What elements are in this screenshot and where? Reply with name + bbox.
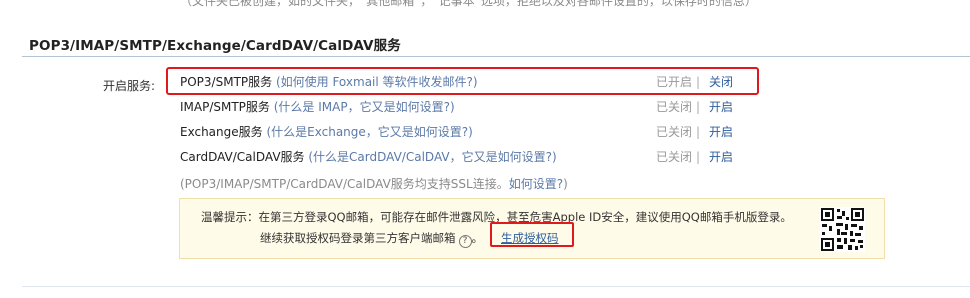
bottom-divider [22,286,970,287]
service-row-exchange: Exchange服务 (什么是Exchange，它又是如何设置?) 已关闭 | … [180,123,740,141]
service-name: CardDAV/CalDAV服务 [180,150,305,164]
service-name: Exchange服务 [180,125,263,139]
tip-line-2-text: 继续获取授权码登录第三方客户端邮箱 [260,231,456,245]
service-row-imap: IMAP/SMTP服务 (什么是 IMAP，它又是如何设置?) 已关闭 | 开启 [180,98,740,116]
toggle-link[interactable]: 开启 [709,148,733,166]
toggle-link[interactable]: 开启 [709,98,733,116]
ssl-note-close: ) [563,177,568,191]
ssl-note: (POP3/IMAP/SMTP/CardDAV/CalDAV服务均支持SSL连接… [180,175,568,192]
service-name: IMAP/SMTP服务 [180,100,270,114]
section-divider [22,56,970,57]
section-title: POP3/IMAP/SMTP/Exchange/CardDAV/CalDAV服务 [29,38,401,54]
status-text: 已关闭 [656,100,693,114]
paren-close: ) [551,150,557,164]
paren-open: ( [262,125,272,139]
ssl-note-text: (POP3/IMAP/SMTP/CardDAV/CalDAV服务均支持SSL连接… [180,177,509,191]
qr-code-icon [820,207,865,252]
tip-line-2: 继续获取授权码登录第三方客户端邮箱?。 [260,230,483,248]
separator: | [696,150,701,164]
separator: | [696,100,701,114]
ssl-help-link[interactable]: 如何设置? [509,177,563,191]
services-label: 开启服务: [103,79,156,93]
paren-close: ) [468,125,473,139]
highlight-box-generate [490,222,574,247]
question-icon[interactable]: ? [458,235,472,248]
help-link[interactable]: 什么是CardDAV/CalDAV，它又是如何设置? [313,150,552,164]
paren-open: ( [304,150,314,164]
separator: | [696,125,701,139]
status-text: 已关闭 [656,125,693,139]
help-link[interactable]: 什么是 IMAP，它又是如何设置? [278,100,450,114]
tip-line-2-end: 。 [471,231,484,245]
highlight-box-pop3 [166,67,759,95]
help-link[interactable]: 什么是Exchange，它又是如何设置? [271,125,468,139]
service-row-carddav: CardDAV/CalDAV服务 (什么是CardDAV/CalDAV，它又是如… [180,148,740,166]
toggle-link[interactable]: 开启 [709,123,733,141]
paren-close: ) [449,100,455,114]
truncated-top-text: （文件夹已被创建，如的文件夹，“其他邮箱”，“记事本”选项，拒绝以及对各邮件设置… [180,0,757,8]
status-text: 已关闭 [656,150,693,164]
